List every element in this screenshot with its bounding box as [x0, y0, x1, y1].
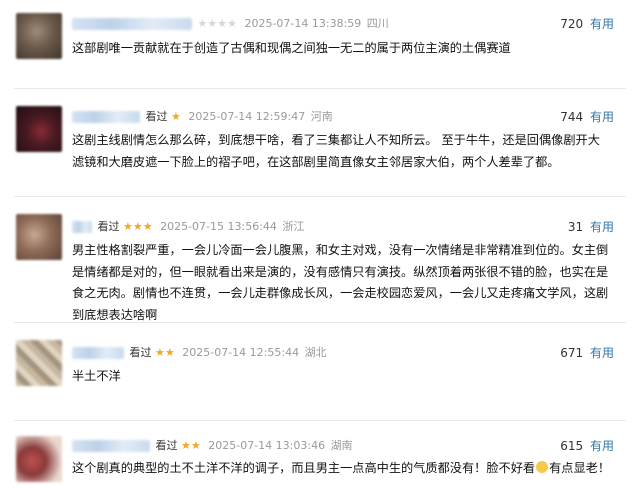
avatar[interactable]: [16, 13, 62, 59]
review-item: 看过 ★ 2025-07-14 12:59:47 河南 744 有用 这剧主线剧…: [0, 96, 640, 196]
review-time: 2025-07-14 13:38:59: [244, 17, 362, 30]
review-location: 四川: [366, 17, 389, 30]
review-text: 半土不洋: [72, 369, 121, 383]
watched-label: 看过: [97, 220, 120, 233]
vote-area: 615 有用: [560, 438, 614, 454]
review-list: ★★★★ 2025-07-14 13:38:59 四川 720 有用 这部剧唯一…: [0, 0, 640, 489]
username[interactable]: [72, 111, 140, 123]
username[interactable]: [72, 221, 92, 233]
useful-count: 31: [567, 220, 584, 234]
review-time: 2025-07-14 12:59:47: [188, 110, 306, 123]
review-text: 这部剧唯一贡献就在于创造了古偶和现偶之间独一无二的属于两位主演的土偶赛道: [72, 41, 511, 55]
review-time: 2025-07-14 13:03:46: [208, 439, 326, 452]
useful-button[interactable]: 有用: [590, 346, 614, 360]
review-location: 浙江: [282, 220, 305, 233]
rating-stars: ★★: [155, 346, 175, 359]
divider: [14, 322, 626, 323]
avatar[interactable]: [16, 106, 62, 152]
review-text-part: 有点显老！: [549, 461, 611, 475]
useful-count: 744: [560, 110, 584, 124]
review-text: 这个剧真的典型的土不土洋不洋的调子，而且男主一点高中生的气质都没有！脸不好看 有点…: [72, 458, 612, 480]
vote-area: 720 有用: [560, 16, 614, 32]
review-meta: 看过 ★★ 2025-07-14 12:55:44 湖北: [72, 345, 327, 361]
review-item: 看过 ★★ 2025-07-14 13:03:46 湖南 615 有用 这个剧真…: [0, 428, 640, 489]
rating-stars: ★★: [181, 439, 201, 452]
review-meta: ★★★★ 2025-07-14 13:38:59 四川: [72, 16, 389, 32]
useful-button[interactable]: 有用: [590, 439, 614, 453]
vote-area: 744 有用: [560, 109, 614, 125]
review-time: 2025-07-15 13:56:44: [160, 220, 277, 233]
review-item: 看过 ★★★ 2025-07-15 13:56:44 浙江 31 有用 男主性格…: [0, 204, 640, 322]
review-location: 河南: [310, 110, 333, 123]
review-meta: 看过 ★★ 2025-07-14 13:03:46 湖南: [72, 438, 353, 454]
review-text: 这剧主线剧情怎么那么碎，到底想干啥，看了三集都让人不知所云。 至于牛牛，还是回偶…: [72, 133, 600, 169]
divider: [14, 88, 626, 89]
avatar[interactable]: [16, 340, 62, 386]
vote-area: 671 有用: [560, 345, 614, 361]
divider: [14, 196, 626, 197]
avatar[interactable]: [16, 436, 62, 482]
rating-stars: ★: [171, 110, 181, 123]
review-time: 2025-07-14 12:55:44: [182, 346, 300, 359]
useful-count: 615: [560, 439, 584, 453]
useful-button[interactable]: 有用: [590, 220, 614, 234]
watched-label: 看过: [129, 346, 152, 359]
watched-label: 看过: [145, 110, 168, 123]
username[interactable]: [72, 18, 192, 30]
watched-label: 看过: [155, 439, 178, 452]
useful-button[interactable]: 有用: [590, 17, 614, 31]
divider: [14, 420, 626, 421]
useful-button[interactable]: 有用: [590, 110, 614, 124]
rating-stars: ★★★: [123, 220, 153, 233]
review-text-part: 这个剧真的典型的土不土洋不洋的调子，而且男主一点高中生的气质都没有！脸不好看: [72, 461, 536, 475]
review-location: 湖南: [330, 439, 353, 452]
username[interactable]: [72, 440, 150, 452]
review-item: ★★★★ 2025-07-14 13:38:59 四川 720 有用 这部剧唯一…: [0, 0, 640, 80]
review-item: 看过 ★★ 2025-07-14 12:55:44 湖北 671 有用 半土不洋: [0, 330, 640, 420]
avatar[interactable]: [16, 214, 62, 260]
rating-stars: ★★★★: [197, 17, 237, 30]
review-meta: 看过 ★ 2025-07-14 12:59:47 河南: [72, 109, 333, 125]
useful-count: 720: [560, 17, 584, 31]
laughing-emoji-icon: [536, 461, 549, 473]
review-text: 男主性格割裂严重，一会儿冷面一会儿腹黑，和女主对戏，没有一次情绪是非常精准到位的…: [72, 243, 609, 322]
review-meta: 看过 ★★★ 2025-07-15 13:56:44 浙江: [72, 219, 304, 235]
vote-area: 31 有用: [568, 219, 614, 235]
useful-count: 671: [560, 346, 584, 360]
username[interactable]: [72, 347, 124, 359]
review-location: 湖北: [304, 346, 327, 359]
